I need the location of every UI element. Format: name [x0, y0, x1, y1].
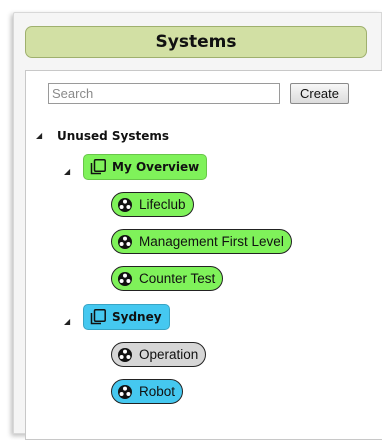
tree-item-label: Operation: [139, 347, 199, 362]
search-input[interactable]: [48, 83, 280, 104]
tree-item-label: Lifeclub: [139, 197, 186, 212]
tree-group-sydney[interactable]: Sydney: [83, 304, 170, 330]
system-icon: [118, 271, 132, 286]
panel-header: Systems: [25, 26, 367, 58]
expanded-toggle-icon[interactable]: ◢: [64, 167, 70, 177]
expanded-toggle-icon[interactable]: ◢: [36, 131, 42, 141]
system-icon: [118, 197, 132, 212]
expanded-toggle-icon[interactable]: ◢: [64, 317, 70, 327]
system-icon: [118, 234, 132, 249]
tree-item-label: Management First Level: [139, 234, 284, 249]
tree-group-label: Sydney: [112, 310, 162, 324]
tree-root-label: Unused Systems: [57, 129, 170, 143]
system-icon: [118, 347, 132, 362]
tree-item-operation[interactable]: Operation: [111, 342, 207, 367]
panel-title: Systems: [155, 32, 237, 52]
tree-item-management-first-level[interactable]: Management First Level: [111, 229, 292, 254]
tree-group-my-overview[interactable]: My Overview: [83, 154, 208, 180]
tree-item-robot[interactable]: Robot: [111, 379, 184, 404]
copy-icon: [90, 309, 106, 325]
system-icon: [118, 384, 132, 399]
systems-content: Create ◢ Unused Systems ◢ My Overview Li…: [25, 70, 382, 440]
tree-item-lifeclub[interactable]: Lifeclub: [111, 192, 194, 217]
tree-group-label: My Overview: [112, 160, 200, 174]
tree-item-label: Robot: [139, 384, 176, 399]
systems-panel: Systems Create ◢ Unused Systems ◢ My Ove…: [13, 12, 382, 440]
tree-item-label: Counter Test: [139, 271, 216, 286]
tree-item-counter-test[interactable]: Counter Test: [111, 266, 224, 291]
copy-icon: [90, 159, 106, 175]
create-button[interactable]: Create: [290, 83, 349, 104]
